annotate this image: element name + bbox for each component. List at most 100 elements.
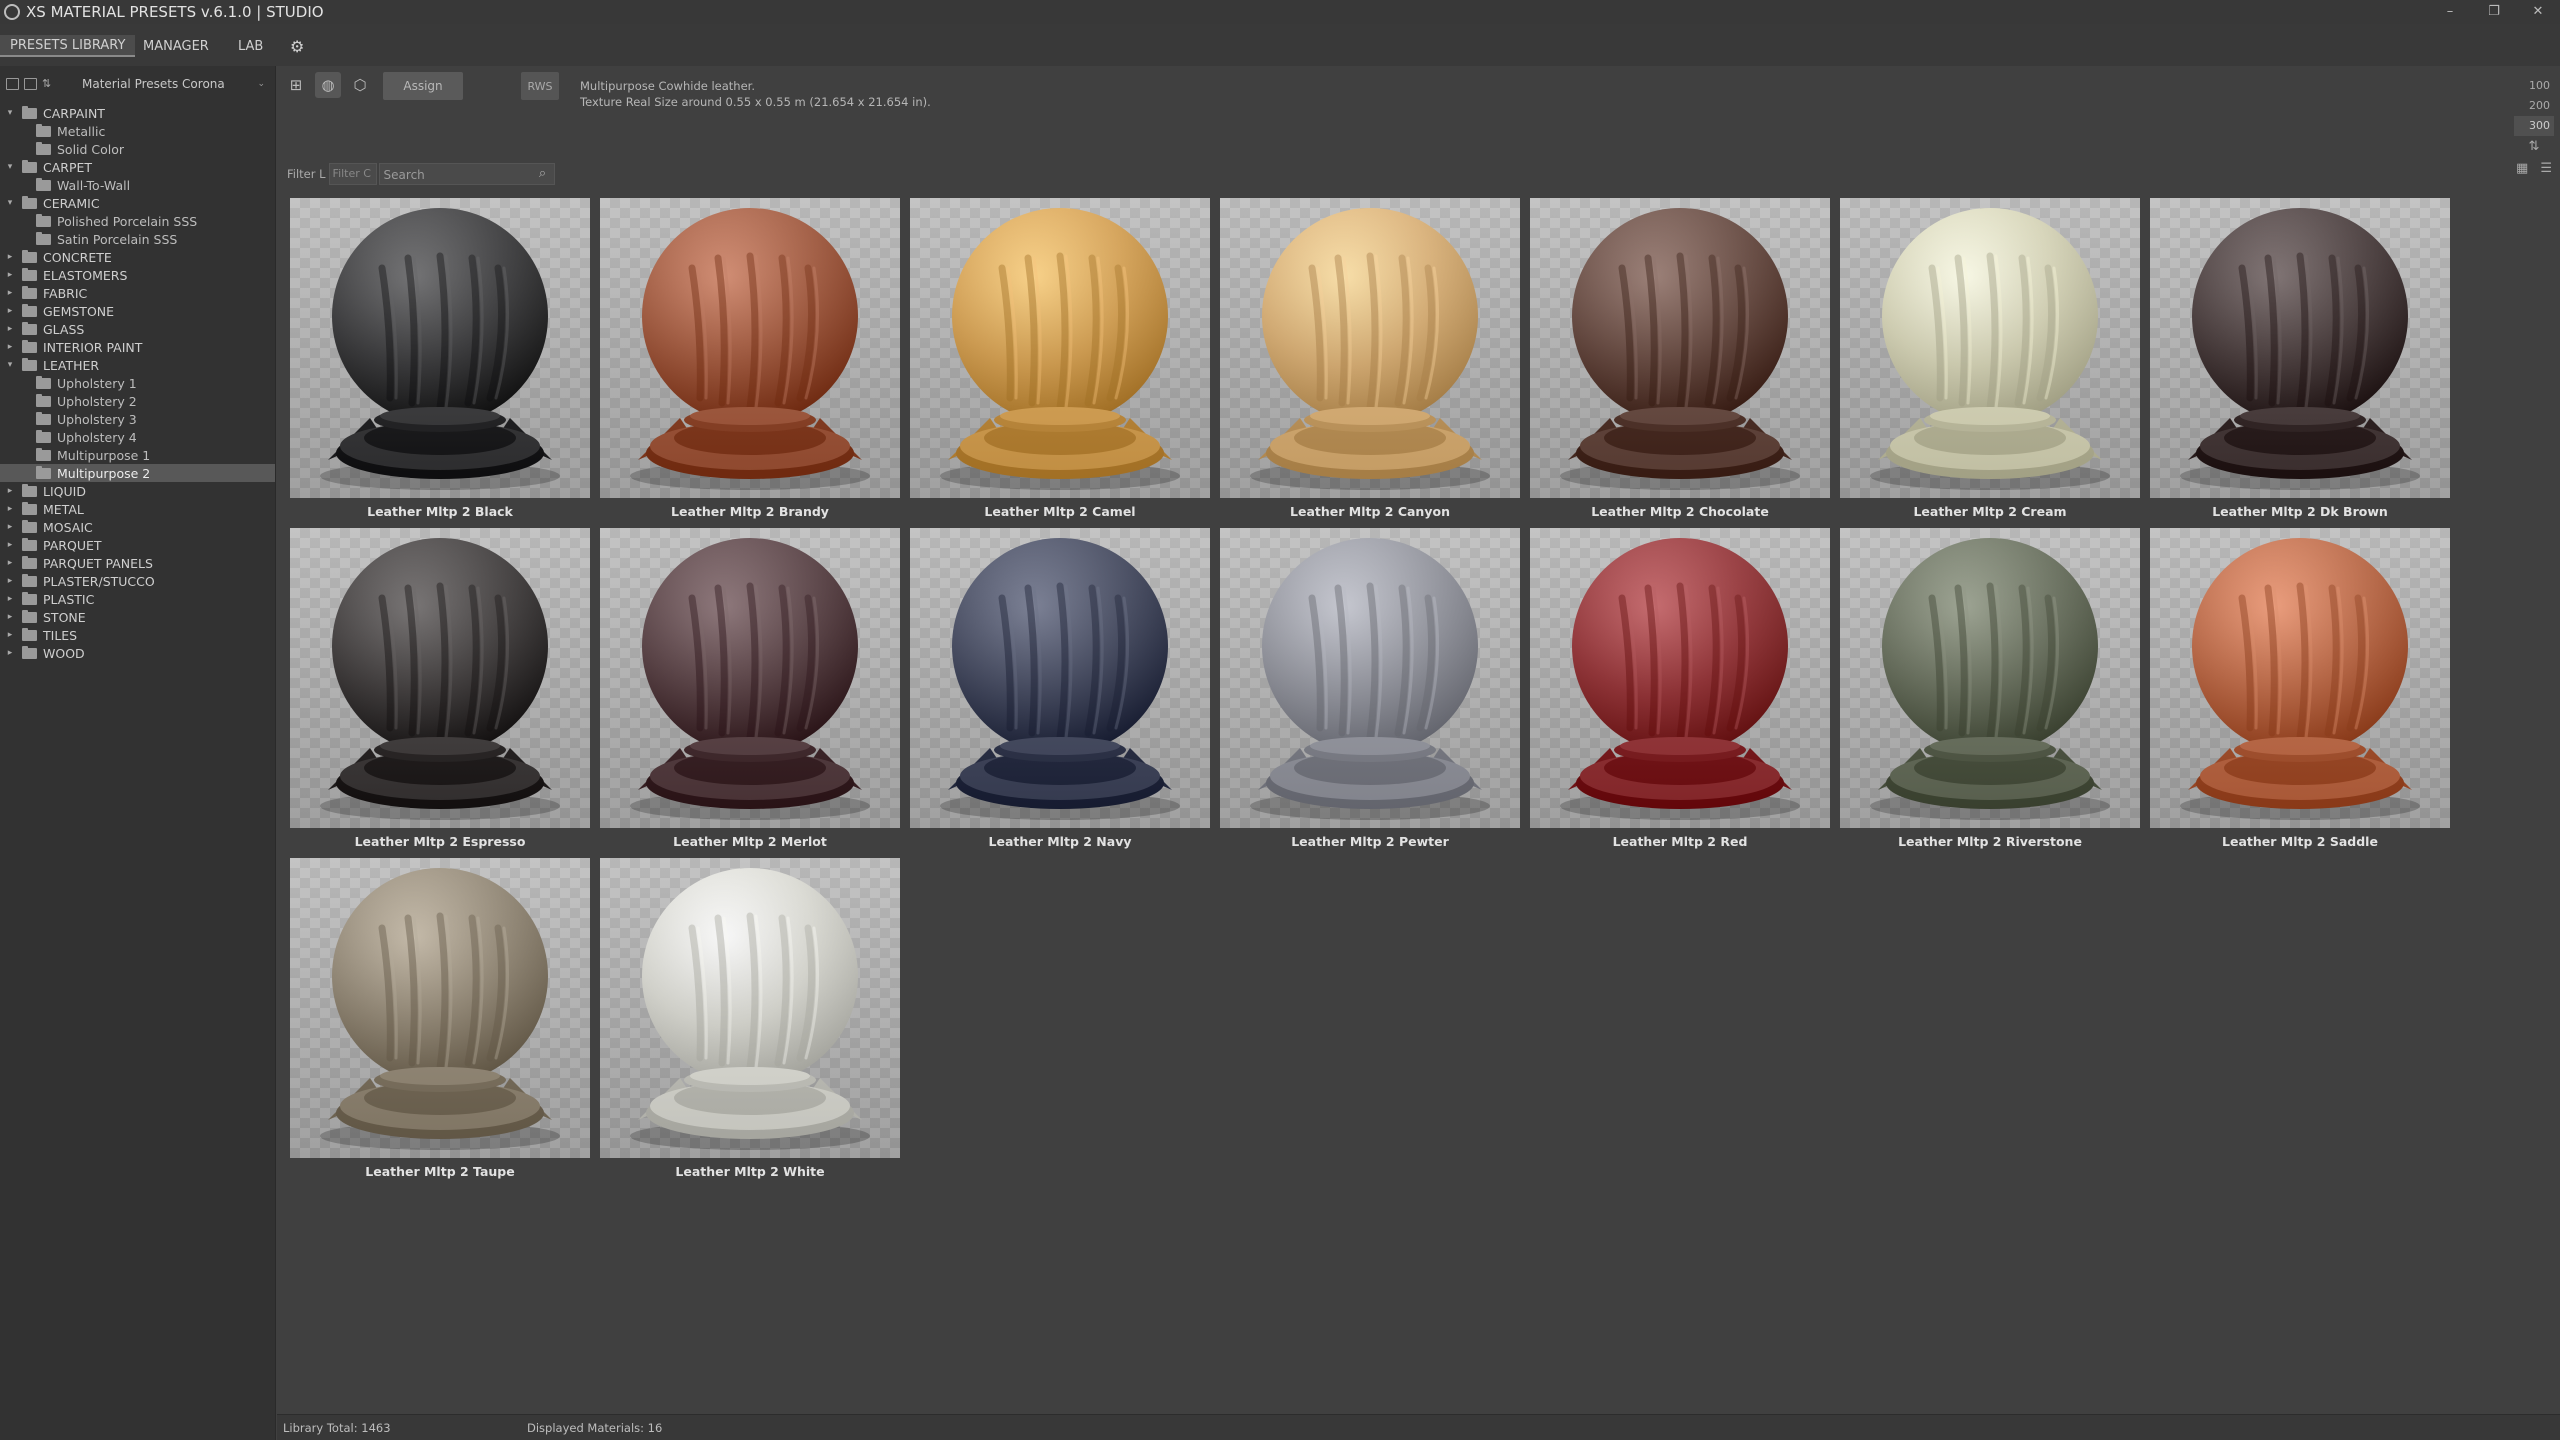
expand-all-icon[interactable] bbox=[6, 78, 19, 90]
material-thumbnail[interactable] bbox=[1220, 528, 1520, 828]
material-thumbnail[interactable] bbox=[1840, 198, 2140, 498]
settings-gear-icon[interactable]: ⚙ bbox=[280, 35, 314, 57]
tree-category[interactable]: ▾ CARPAINT bbox=[0, 104, 275, 122]
material-card[interactable]: Leather Mltp 2 Taupe bbox=[290, 858, 590, 1188]
tree-subcategory[interactable]: Polished Porcelain SSS bbox=[0, 212, 275, 230]
tree-category[interactable]: ▾ CERAMIC bbox=[0, 194, 275, 212]
material-thumbnail[interactable] bbox=[290, 528, 590, 828]
collapsed-arrow-icon[interactable]: ▸ bbox=[4, 540, 16, 550]
material-thumbnail[interactable] bbox=[600, 528, 900, 828]
material-thumbnail[interactable] bbox=[2150, 198, 2450, 498]
material-card[interactable]: Leather Mltp 2 Dk Brown bbox=[2150, 198, 2450, 528]
material-thumbnail[interactable] bbox=[1840, 528, 2140, 828]
tree-category[interactable]: ▸ INTERIOR PAINT bbox=[0, 338, 275, 356]
material-thumbnail[interactable] bbox=[600, 198, 900, 498]
collapsed-arrow-icon[interactable]: ▸ bbox=[4, 648, 16, 658]
cube-view-icon[interactable]: ⬡ bbox=[347, 72, 373, 98]
collapsed-arrow-icon[interactable]: ▸ bbox=[4, 270, 16, 280]
tree-subcategory[interactable]: Satin Porcelain SSS bbox=[0, 230, 275, 248]
collapsed-arrow-icon[interactable]: ▸ bbox=[4, 288, 16, 298]
collapsed-arrow-icon[interactable]: ▸ bbox=[4, 324, 16, 334]
tree-category[interactable]: ▸ MOSAIC bbox=[0, 518, 275, 536]
tree-subcategory[interactable]: Upholstery 1 bbox=[0, 374, 275, 392]
tree-category[interactable]: ▸ GLASS bbox=[0, 320, 275, 338]
collapsed-arrow-icon[interactable]: ▸ bbox=[4, 612, 16, 622]
material-thumbnail[interactable] bbox=[600, 858, 900, 1158]
tree-category[interactable]: ▸ METAL bbox=[0, 500, 275, 518]
tree-category[interactable]: ▸ TILES bbox=[0, 626, 275, 644]
expanded-arrow-icon[interactable]: ▾ bbox=[4, 162, 16, 172]
thumbnail-view-icon[interactable]: ▦ bbox=[2516, 158, 2528, 180]
tree-category[interactable]: ▸ PLASTER/STUCCO bbox=[0, 572, 275, 590]
material-thumbnail[interactable] bbox=[910, 198, 1210, 498]
tree-category[interactable]: ▸ PLASTIC bbox=[0, 590, 275, 608]
collapse-all-icon[interactable] bbox=[24, 78, 37, 90]
tab-lab[interactable]: LAB bbox=[228, 35, 273, 57]
tree-category[interactable]: ▸ STONE bbox=[0, 608, 275, 626]
material-card[interactable]: Leather Mltp 2 Saddle bbox=[2150, 528, 2450, 858]
tab-presets-library[interactable]: PRESETS LIBRARY bbox=[0, 35, 136, 57]
expanded-arrow-icon[interactable]: ▾ bbox=[4, 198, 16, 208]
tree-subcategory[interactable]: Upholstery 4 bbox=[0, 428, 275, 446]
material-card[interactable]: Leather Mltp 2 Brandy bbox=[600, 198, 900, 528]
sort-icon[interactable]: ⇅ bbox=[42, 78, 55, 90]
tree-category[interactable]: ▸ GEMSTONE bbox=[0, 302, 275, 320]
tree-subcategory[interactable]: Multipurpose 2 bbox=[0, 464, 275, 482]
material-card[interactable]: Leather Mltp 2 Espresso bbox=[290, 528, 590, 858]
tree-category[interactable]: ▸ CONCRETE bbox=[0, 248, 275, 266]
tree-subcategory[interactable]: Wall-To-Wall bbox=[0, 176, 275, 194]
tree-category[interactable]: ▸ ELASTOMERS bbox=[0, 266, 275, 284]
collapsed-arrow-icon[interactable]: ▸ bbox=[4, 504, 16, 514]
collapsed-arrow-icon[interactable]: ▸ bbox=[4, 630, 16, 640]
material-thumbnail[interactable] bbox=[1530, 528, 1830, 828]
size-200-option[interactable]: 200 bbox=[2514, 96, 2554, 116]
collapsed-arrow-icon[interactable]: ▸ bbox=[4, 594, 16, 604]
size-300-option[interactable]: 300 bbox=[2514, 116, 2554, 136]
tree-subcategory[interactable]: Upholstery 2 bbox=[0, 392, 275, 410]
material-card[interactable]: Leather Mltp 2 Merlot bbox=[600, 528, 900, 858]
filter-category-field[interactable]: Filter C bbox=[328, 163, 377, 185]
tree-subcategory[interactable]: Upholstery 3 bbox=[0, 410, 275, 428]
material-card[interactable]: Leather Mltp 2 White bbox=[600, 858, 900, 1188]
size-100-option[interactable]: 100 bbox=[2514, 76, 2554, 96]
material-card[interactable]: Leather Mltp 2 Chocolate bbox=[1530, 198, 1830, 528]
collapsed-arrow-icon[interactable]: ▸ bbox=[4, 252, 16, 262]
tree-subcategory[interactable]: Metallic bbox=[0, 122, 275, 140]
tree-subcategory[interactable]: Multipurpose 1 bbox=[0, 446, 275, 464]
material-thumbnail[interactable] bbox=[290, 858, 590, 1158]
library-select[interactable]: Material Presets Corona ⌄ bbox=[82, 77, 275, 91]
search-icon[interactable]: ⌕ bbox=[535, 166, 551, 182]
collapsed-arrow-icon[interactable]: ▸ bbox=[4, 522, 16, 532]
tree-category[interactable]: ▸ WOOD bbox=[0, 644, 275, 662]
tree-subcategory[interactable]: Solid Color bbox=[0, 140, 275, 158]
expanded-arrow-icon[interactable]: ▾ bbox=[4, 360, 16, 370]
assign-button[interactable]: Assign bbox=[383, 72, 463, 100]
material-thumbnail[interactable] bbox=[1530, 198, 1830, 498]
sphere-view-icon[interactable]: ◍ bbox=[315, 72, 341, 98]
tree-category[interactable]: ▸ PARQUET PANELS bbox=[0, 554, 275, 572]
grid-view-icon[interactable]: ⊞ bbox=[283, 72, 309, 98]
tab-manager[interactable]: MANAGER bbox=[133, 35, 219, 57]
material-thumbnail[interactable] bbox=[1220, 198, 1520, 498]
collapsed-arrow-icon[interactable]: ▸ bbox=[4, 306, 16, 316]
material-card[interactable]: Leather Mltp 2 Navy bbox=[910, 528, 1210, 858]
collapsed-arrow-icon[interactable]: ▸ bbox=[4, 342, 16, 352]
search-input[interactable] bbox=[379, 165, 530, 185]
collapsed-arrow-icon[interactable]: ▸ bbox=[4, 486, 16, 496]
material-card[interactable]: Leather Mltp 2 Canyon bbox=[1220, 198, 1520, 528]
list-view-icon[interactable]: ☰ bbox=[2540, 158, 2552, 180]
tree-category[interactable]: ▾ CARPET bbox=[0, 158, 275, 176]
tree-category[interactable]: ▸ LIQUID bbox=[0, 482, 275, 500]
material-card[interactable]: Leather Mltp 2 Red bbox=[1530, 528, 1830, 858]
tree-category[interactable]: ▸ FABRIC bbox=[0, 284, 275, 302]
material-card[interactable]: Leather Mltp 2 Cream bbox=[1840, 198, 2140, 528]
collapsed-arrow-icon[interactable]: ▸ bbox=[4, 576, 16, 586]
material-thumbnail[interactable] bbox=[910, 528, 1210, 828]
material-card[interactable]: Leather Mltp 2 Pewter bbox=[1220, 528, 1520, 858]
sort-order-icon[interactable]: ⇅ bbox=[2514, 136, 2554, 158]
material-thumbnail[interactable] bbox=[290, 198, 590, 498]
tree-category[interactable]: ▾ LEATHER bbox=[0, 356, 275, 374]
material-card[interactable]: Leather Mltp 2 Riverstone bbox=[1840, 528, 2140, 858]
minimize-button[interactable]: – bbox=[2428, 0, 2472, 22]
expanded-arrow-icon[interactable]: ▾ bbox=[4, 108, 16, 118]
